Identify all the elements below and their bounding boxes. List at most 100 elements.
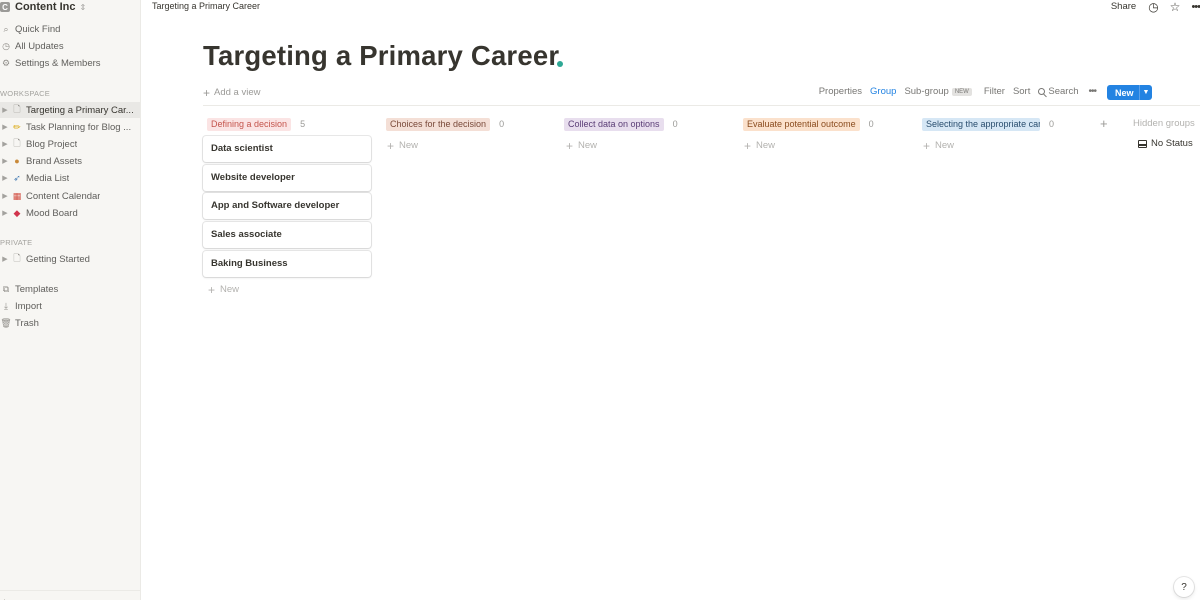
workspace-avatar: C [0,2,10,12]
sidebar-item-label: Templates [15,283,59,295]
workspace-section-label: WORKSPACE [0,89,51,98]
board-card[interactable]: Sales associate [203,222,371,248]
add-view-button[interactable]: + Add a view [203,85,261,100]
toggle-arrow-icon[interactable]: ▶ [0,255,10,263]
sidebar-page-mood-board[interactable]: ▶ ◆ Mood Board [0,205,140,221]
group-tag: Collect data on options [564,117,664,131]
new-button[interactable]: New ▼ [1107,85,1152,100]
sidebar-page-brand-assets[interactable]: ▶ ● Brand Assets [0,153,140,169]
toggle-arrow-icon[interactable]: ▶ [0,106,10,114]
sidebar-footer[interactable]: + [0,590,140,600]
page-icon: 🗋 [13,104,21,114]
group-count: 0 [868,119,874,129]
chevron-down-icon[interactable]: ▼ [1139,85,1152,100]
sidebar-item-quick-find[interactable]: ⌕ Quick Find [0,21,140,37]
inbox-icon [1138,139,1147,148]
sidebar-item-settings[interactable]: ⚙ Settings & Members [0,55,140,71]
group-tag: Defining a decision [207,117,292,131]
board-card[interactable]: Baking Business [203,251,371,277]
sidebar-item-label: Settings & Members [15,57,101,69]
board-card[interactable]: Website developer [203,165,371,191]
sidebar-page-content-calendar[interactable]: ▶ ▦ Content Calendar [0,188,140,204]
sidebar: C Content Inc ⇕ ⌕ Quick Find ◷ All Updat… [0,0,141,600]
group-count: 0 [1049,119,1055,129]
view-options: Properties Group Sub-group NEW Filter Sor… [811,86,1097,97]
group-tag: Evaluate potential outcome [743,117,860,131]
board-card[interactable]: Data scientist [203,136,371,162]
group-count: 0 [672,119,678,129]
gear-icon: ⚙ [1,57,11,68]
column-new-button[interactable]: + New [923,140,954,152]
plus-icon: + [387,138,395,153]
page-title[interactable]: Targeting a Primary Career [203,40,564,72]
sidebar-item-label: Brand Assets [26,155,82,167]
view-more-icon[interactable]: ••• [1088,86,1096,97]
group-tag: Choices for the decision [386,117,491,131]
star-icon[interactable]: ☆ [1170,1,1181,13]
add-group-icon[interactable]: + [1100,116,1108,131]
column-new-button[interactable]: + New [387,138,419,153]
sidebar-item-label: All Updates [15,40,64,52]
breadcrumb[interactable]: Targeting a Primary Career [152,1,260,11]
hidden-group-no-status[interactable]: No Status [1138,138,1193,149]
toggle-arrow-icon[interactable]: ▶ [0,123,10,131]
search-label: Search [1048,86,1079,97]
column-header[interactable]: Defining a decision 5 [207,117,305,131]
group-count: 0 [499,119,505,129]
sidebar-page-media-list[interactable]: ▶ ➶ Media List [0,170,140,186]
plus-icon: + [203,85,211,100]
sidebar-item-label: Mood Board [26,207,78,219]
share-button[interactable]: Share [1111,1,1136,12]
board-card[interactable]: App and Software developer [203,193,371,219]
group-button[interactable]: Group [870,86,896,97]
topbar-actions: Share ◷ ☆ ••• [1111,0,1200,13]
toggle-arrow-icon[interactable]: ▶ [0,192,10,200]
search-button[interactable]: Search [1038,86,1078,97]
calendar-emoji-icon: ▦ [12,190,22,201]
column-header[interactable]: Choices for the decision 0 [386,117,504,131]
column-new-button[interactable]: + New [744,140,776,152]
sidebar-item-label: Quick Find [15,23,61,35]
page-icon: 🗋 [13,138,21,148]
toggle-arrow-icon[interactable]: ▶ [0,140,10,148]
new-label: New [756,140,776,151]
hidden-group-label: No Status [1151,138,1193,149]
toggle-arrow-icon[interactable]: ▶ [0,174,10,182]
new-label: New [399,140,419,151]
column-header[interactable]: Collect data on options 0 [564,117,678,131]
toggle-arrow-icon[interactable]: ▶ [0,209,10,217]
sidebar-page-getting-started[interactable]: ▶ 🗋 Getting Started [0,251,140,267]
collaborator-cursor [557,61,564,67]
column-header[interactable]: Evaluate potential outcome 0 [743,117,874,131]
history-clock-icon[interactable]: ◷ [1148,1,1158,13]
group-tag: Selecting the appropriate car [922,117,1040,131]
new-label: New [220,284,240,295]
private-section-label: PRIVATE [0,238,33,247]
syringe-emoji-icon: ➶ [13,172,21,183]
filter-button[interactable]: Filter [984,86,1005,97]
sidebar-item-label: Targeting a Primary Car... [26,104,134,116]
subgroup-button[interactable]: Sub-group NEW [904,86,972,97]
column-new-button[interactable]: + New [566,140,597,152]
sidebar-item-templates[interactable]: ⧉ Templates [0,281,140,297]
sidebar-item-label: Blog Project [26,138,78,150]
help-button[interactable]: ? [1174,577,1194,597]
sidebar-item-label: Task Planning for Blog ... [26,121,132,133]
workspace-switcher[interactable]: C Content Inc ⇕ [0,0,86,14]
sort-button[interactable]: Sort [1013,86,1030,97]
properties-button[interactable]: Properties [819,86,862,97]
new-badge: NEW [951,88,972,96]
toggle-arrow-icon[interactable]: ▶ [0,157,10,165]
sidebar-item-all-updates[interactable]: ◷ All Updates [0,38,140,54]
clock-icon: ◷ [2,40,10,51]
sidebar-page-targeting-career[interactable]: ▶ 🗋 Targeting a Primary Car... [0,102,140,118]
column-header[interactable]: Selecting the appropriate car 0 [922,117,1054,131]
templates-icon: ⧉ [2,283,10,294]
more-options-icon[interactable]: ••• [1191,1,1200,13]
column-new-button[interactable]: + New [208,284,240,296]
trash-icon: 🗑 [0,317,12,328]
sidebar-item-trash[interactable]: 🗑 Trash [0,315,140,331]
sidebar-item-import[interactable]: ⤓ Import [0,298,140,314]
sidebar-page-task-planning[interactable]: ▶ ✏ Task Planning for Blog ... [0,119,140,135]
sidebar-page-blog-project[interactable]: ▶ 🗋 Blog Project [0,136,140,152]
